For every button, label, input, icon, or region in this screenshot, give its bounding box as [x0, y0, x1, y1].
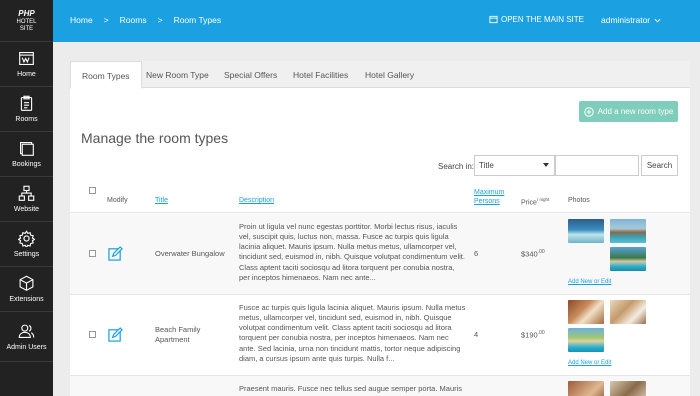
- logo-line-3: SITE: [19, 25, 34, 32]
- edit-icon[interactable]: [108, 246, 123, 261]
- row-title: Overwater Bungalow: [155, 249, 225, 258]
- sidebar-item-home[interactable]: Home: [0, 42, 53, 87]
- breadcrumb: Home > Rooms > Room Types: [70, 15, 221, 25]
- table-row: Praesent mauris. Fusce nec tellus sed au…: [70, 376, 690, 396]
- extensions-icon: [19, 275, 34, 291]
- add-room-type-label: Add a new room type: [597, 107, 674, 116]
- caret-down-icon: [543, 163, 549, 167]
- header-photos: Photos: [568, 197, 590, 204]
- sidebar-item-label: Bookings: [12, 161, 41, 168]
- edit-icon[interactable]: [108, 327, 123, 342]
- sidebar-item-label: Extensions: [9, 296, 44, 303]
- table-row: Beach Family Apartment Fusce ac turpis q…: [70, 295, 690, 376]
- room-photo[interactable]: [610, 247, 646, 271]
- sidebar-item-label: Admin Users: [6, 343, 47, 351]
- website-icon: [18, 185, 35, 201]
- header-max-persons[interactable]: Maximum Persons: [474, 188, 514, 206]
- sidebar: PHP HOTEL SITE Home Rooms Bookings Websi…: [0, 0, 53, 396]
- sidebar-item-admin-users[interactable]: Admin Users: [0, 312, 53, 362]
- sidebar-item-bookings[interactable]: Bookings: [0, 132, 53, 177]
- row-max-persons: 4: [474, 330, 479, 339]
- user-name: administrator: [601, 15, 651, 25]
- chevron-down-icon: [654, 18, 661, 23]
- search-input[interactable]: [555, 155, 639, 176]
- row-description: Praesent mauris. Fusce nec tellus sed au…: [239, 384, 463, 393]
- breadcrumb-separator: >: [157, 15, 163, 25]
- header-modify: Modify: [107, 197, 128, 204]
- logo-line-2: HOTEL: [16, 18, 37, 25]
- breadcrumb-separator: >: [103, 15, 109, 25]
- header-price: Price/ night: [521, 197, 549, 206]
- tab-new-room-type[interactable]: New Room Type: [146, 61, 209, 89]
- row-price-cents: .00: [537, 330, 545, 336]
- room-photo[interactable]: [568, 381, 604, 396]
- table-row: Overwater Bungalow Proin ut ligula vel n…: [70, 214, 690, 295]
- row-checkbox[interactable]: [89, 250, 96, 257]
- open-main-site-link[interactable]: OPEN THE MAIN SITE: [489, 15, 584, 24]
- admin-users-icon: [18, 324, 35, 338]
- main-panel: Room Types New Room Type Special Offers …: [70, 61, 690, 396]
- sidebar-item-label: Rooms: [15, 116, 38, 123]
- home-icon: [19, 51, 34, 66]
- logo[interactable]: PHP HOTEL SITE: [0, 0, 53, 42]
- tab-special-offers[interactable]: Special Offers: [224, 61, 277, 89]
- room-photo[interactable]: [610, 300, 646, 324]
- room-photo[interactable]: [568, 300, 604, 324]
- open-main-site-label: OPEN THE MAIN SITE: [501, 15, 584, 24]
- bookings-icon: [19, 141, 34, 156]
- row-price: $190.00: [521, 330, 545, 341]
- logo-line-1: PHP: [18, 8, 35, 18]
- tab-hotel-gallery[interactable]: Hotel Gallery: [365, 61, 414, 89]
- tab-bar: Room Types New Room Type Special Offers …: [70, 61, 690, 89]
- rooms-icon: [20, 95, 33, 111]
- sidebar-item-settings[interactable]: Settings: [0, 222, 53, 267]
- row-price: $340.00: [521, 249, 545, 260]
- add-new-or-edit-link[interactable]: Add New or Edit: [568, 279, 611, 285]
- header-price-unit: / night: [536, 197, 550, 202]
- row-price-value: $190: [521, 330, 538, 340]
- breadcrumb-rooms[interactable]: Rooms: [120, 15, 147, 25]
- header-title[interactable]: Title: [155, 197, 168, 204]
- row-price-cents: .00: [537, 249, 545, 255]
- table-header: Modify Title Description Maximum Persons…: [70, 182, 690, 213]
- row-checkbox[interactable]: [89, 331, 96, 338]
- search-button[interactable]: Search: [641, 155, 678, 176]
- row-description: Fusce ac turpis quis ligula lacinia aliq…: [239, 303, 466, 363]
- header-price-label: Price: [521, 199, 537, 207]
- row-price-value: $340: [521, 249, 538, 259]
- row-description: Proin ut ligula vel nunc egestas porttit…: [239, 222, 465, 282]
- sidebar-item-website[interactable]: Website: [0, 177, 53, 222]
- breadcrumb-home[interactable]: Home: [70, 15, 93, 25]
- row-max-persons: 6: [474, 249, 479, 258]
- room-photo[interactable]: [610, 219, 646, 243]
- sidebar-item-rooms[interactable]: Rooms: [0, 87, 53, 132]
- row-title: Beach Family Apartment: [155, 325, 201, 345]
- sidebar-item-label: Home: [17, 71, 36, 78]
- sidebar-item-label: Settings: [13, 251, 40, 258]
- sidebar-item-label: Website: [13, 206, 40, 213]
- settings-icon: [18, 230, 35, 247]
- search-field-select[interactable]: Title: [474, 155, 555, 176]
- top-bar: Home > Rooms > Room Types OPEN THE MAIN …: [53, 0, 700, 42]
- page-title: Manage the room types: [81, 130, 229, 146]
- search-field-selected: Title: [479, 161, 494, 170]
- external-link-icon: [489, 15, 498, 24]
- header-description[interactable]: Description: [239, 197, 274, 204]
- user-menu[interactable]: administrator: [601, 15, 661, 25]
- add-new-or-edit-link[interactable]: Add New or Edit: [568, 360, 611, 366]
- select-all-checkbox[interactable]: [89, 187, 96, 194]
- room-photo[interactable]: [568, 328, 604, 352]
- room-photo[interactable]: [610, 381, 646, 396]
- sidebar-item-extensions[interactable]: Extensions: [0, 267, 53, 312]
- plus-circle-icon: [583, 106, 594, 117]
- room-photo[interactable]: [568, 219, 604, 243]
- tab-hotel-facilities[interactable]: Hotel Facilities: [293, 61, 348, 89]
- breadcrumb-room-types: Room Types: [173, 15, 222, 25]
- tab-room-types[interactable]: Room Types: [70, 61, 142, 89]
- search-in-label: Search in:: [438, 162, 475, 171]
- add-room-type-button[interactable]: Add a new room type: [579, 101, 678, 122]
